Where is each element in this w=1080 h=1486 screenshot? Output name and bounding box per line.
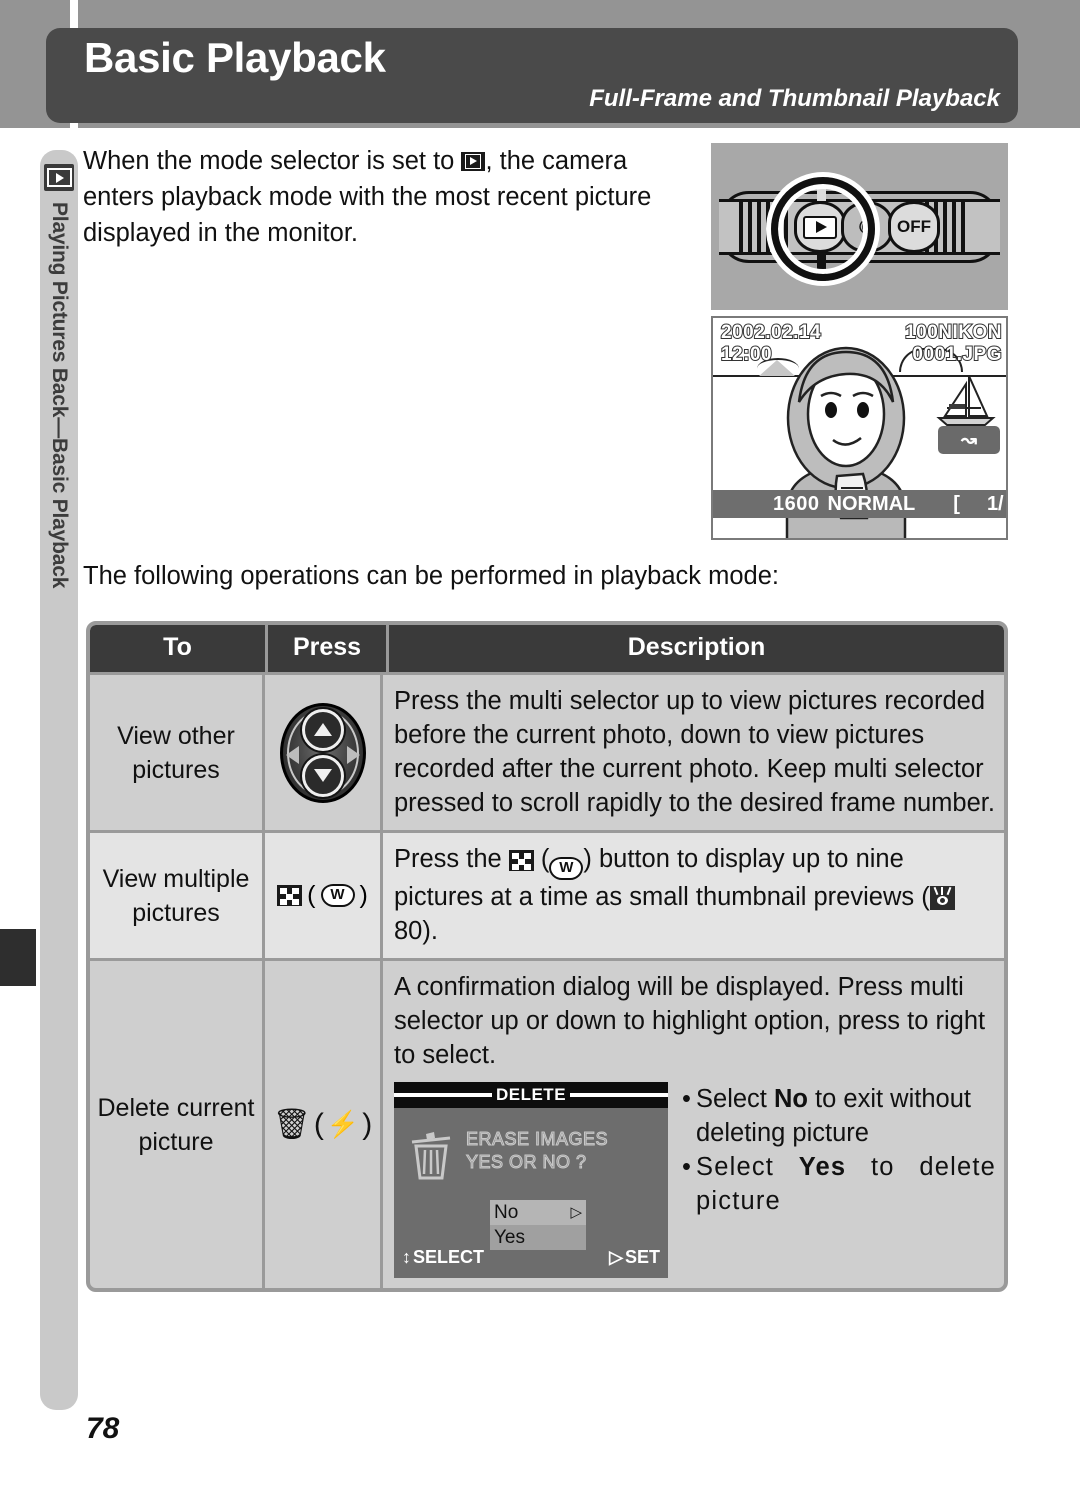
dialog-footer-set: ▷ SET: [609, 1240, 660, 1274]
column-header-press: Press: [268, 625, 389, 672]
highlight-ring: [771, 177, 875, 281]
playback-mode-icon: [461, 152, 486, 171]
page-number: 78: [86, 1412, 120, 1445]
intro-paragraph: When the mode selector is set to , the c…: [83, 143, 695, 251]
paren-close: ): [359, 881, 368, 909]
row-press-cell: ( W ): [265, 833, 383, 958]
paren-open: (: [313, 1107, 324, 1141]
intro-text-before: When the mode selector is set to: [83, 147, 462, 175]
mode-position-off[interactable]: OFF: [888, 201, 940, 253]
column-header-description: Description: [627, 633, 766, 661]
right-arrow-icon: ▷: [609, 1247, 623, 1267]
dialog-footer-set-label: SET: [624, 1247, 660, 1267]
thumbnail-checkerboard-icon[interactable]: [277, 885, 303, 906]
bullet-dot: •: [682, 1085, 691, 1113]
dialog-footer: ↕ SELECT ▷ SET: [394, 1240, 668, 1274]
paren-open: (: [307, 881, 316, 909]
lead-in-text: The following operations can be performe…: [83, 562, 779, 590]
table-row: Delete current picture 🗑 ( ⚡ ) A confirm…: [90, 958, 1004, 1288]
monitor-status-bar: 1600 NORMAL [ 1/ 1]: [713, 490, 1006, 518]
desc-ref-page: 80: [394, 917, 423, 945]
dialog-message-line1: ERASE IMAGES: [465, 1129, 609, 1150]
monitor-folder-name: 100NIKON: [904, 321, 1002, 344]
mode-selector-figure: ☾ OFF: [711, 143, 1008, 310]
row-description-view-other-pictures: Press the multi selector up to view pict…: [394, 687, 995, 817]
bullet-item: • Select No to exit without deleting pic…: [682, 1082, 996, 1150]
bullet-strong: Yes: [798, 1153, 847, 1181]
bullet-dot: •: [682, 1153, 691, 1181]
row-press-cell: 🗑 ( ⚡ ): [265, 961, 383, 1288]
row-label-view-other-pictures: View other pictures: [90, 675, 265, 830]
bullet-text: Select Yes to delete picture: [696, 1150, 996, 1218]
wide-angle-w-icon[interactable]: W: [320, 884, 355, 907]
multi-selector-icon[interactable]: [279, 702, 366, 803]
bullet-pre: Select: [696, 1153, 799, 1181]
delete-instruction-text: A confirmation dialog will be displayed.…: [394, 973, 986, 1069]
desc-text-1: Press the: [394, 845, 509, 873]
row-description-delete-current-picture: A confirmation dialog will be displayed.…: [383, 961, 1004, 1288]
delete-confirmation-dialog: DELETE ERASE IMAGES YES OR NO ? No ▷ Yes…: [394, 1082, 668, 1278]
bullet-text: Select No to exit without deleting pictu…: [696, 1082, 996, 1150]
desc-text-3: ).: [422, 917, 438, 945]
monitor-sailboat: [935, 374, 997, 426]
dialog-footer-select: ↕ SELECT: [402, 1240, 484, 1274]
bullet-pre: Select: [696, 1085, 774, 1113]
page-content: When the mode selector is set to , the c…: [0, 0, 1080, 1486]
dialog-message-line2: YES OR NO ?: [465, 1152, 587, 1173]
monitor-image-size: 1600: [773, 492, 820, 515]
dialog-title-bar: DELETE: [394, 1082, 668, 1108]
paren-close: ): [362, 1107, 373, 1141]
wide-angle-w-icon: W: [549, 857, 584, 880]
dialog-message: ERASE IMAGES YES OR NO ?: [465, 1128, 609, 1174]
monitor-quality: NORMAL: [827, 492, 916, 515]
table-row: View multiple pictures ( W ) Press the (…: [90, 830, 1004, 958]
monitor-time: 12:00: [720, 343, 773, 366]
column-header-to: To: [90, 625, 268, 672]
dialog-footer-select-label: SELECT: [413, 1247, 485, 1267]
dialog-title: DELETE: [495, 1085, 567, 1104]
thumbnail-checkerboard-icon: [508, 850, 534, 871]
monitor-figure: 2002.02.14 12:00 100NIKON 0001.JPG ↝ 160…: [711, 316, 1008, 540]
transfer-mark-icon: ↝: [938, 426, 1000, 454]
playback-operations-table: To Press Description View other pictures…: [86, 621, 1008, 1292]
see-also-eye-icon: [929, 886, 955, 910]
row-description-view-multiple-pictures: Press the (W) button to display up to ni…: [383, 833, 1004, 958]
bullet-item: • Select Yes to delete picture: [682, 1150, 996, 1218]
bullet-strong: No: [773, 1085, 808, 1113]
right-arrow-icon: ▷: [570, 1203, 582, 1221]
mode-off-label: OFF: [897, 217, 931, 236]
row-label-delete-current-picture: Delete current picture: [90, 961, 265, 1288]
monitor-frame-current: 1/: [986, 492, 1004, 515]
delete-option-bullets: • Select No to exit without deleting pic…: [682, 1082, 996, 1278]
table-header-row: To Press Description: [90, 625, 1004, 672]
monitor-frame-open: [: [953, 492, 961, 515]
trash-icon: [408, 1128, 454, 1180]
flash-bolt-icon[interactable]: ⚡: [327, 1109, 359, 1140]
monitor-date: 2002.02.14: [720, 321, 822, 344]
table-row: View other pictures Press the multi sele…: [90, 672, 1004, 830]
delete-dialog-and-bullets: DELETE ERASE IMAGES YES OR NO ? No ▷ Yes…: [394, 1082, 996, 1278]
trash-icon[interactable]: 🗑: [273, 1107, 311, 1142]
row-label-view-multiple-pictures: View multiple pictures: [90, 833, 265, 958]
up-down-arrows-icon: ↕: [402, 1247, 411, 1267]
row-press-cell: [265, 675, 383, 830]
monitor-file-name: 0001.JPG: [911, 343, 1002, 366]
